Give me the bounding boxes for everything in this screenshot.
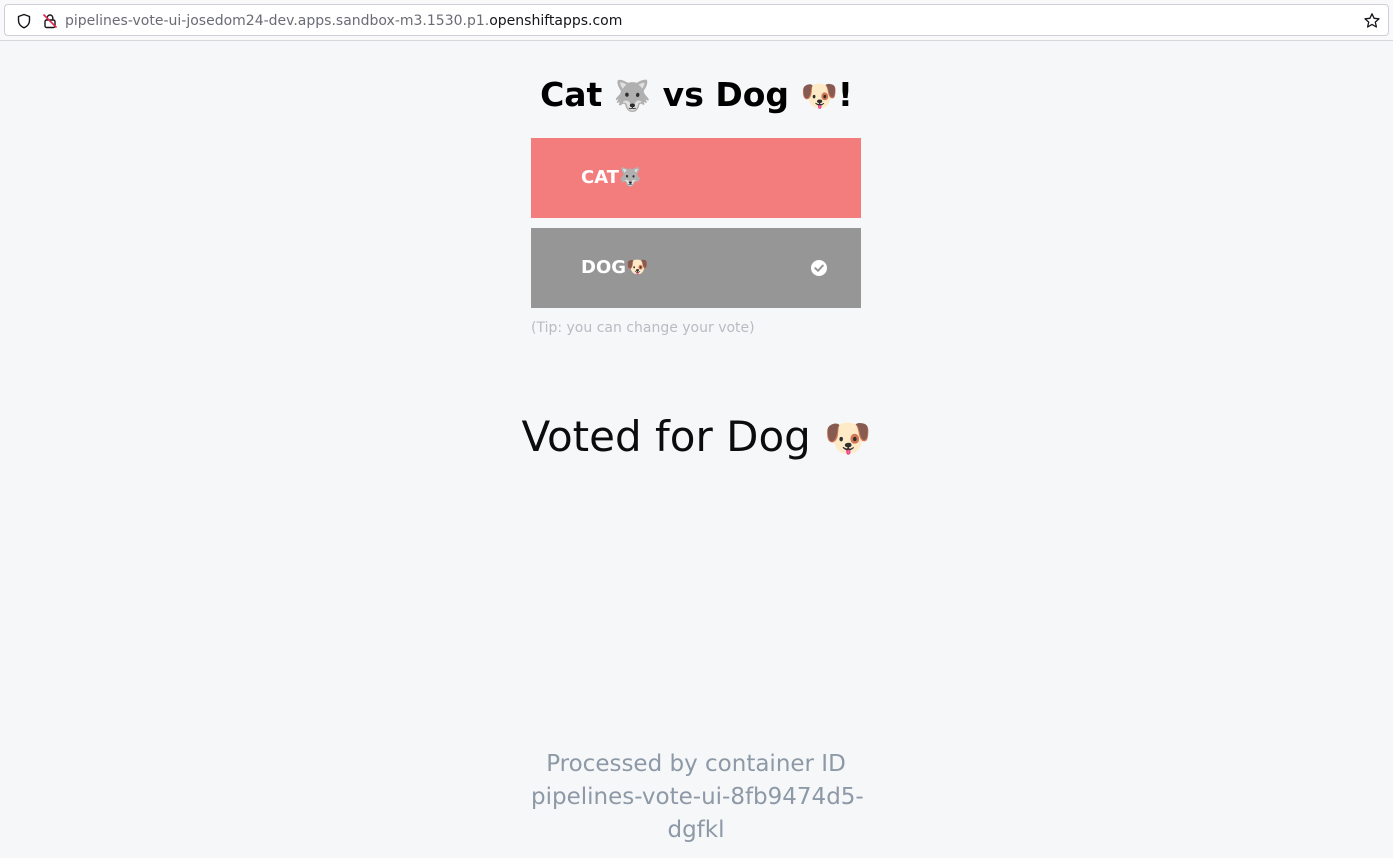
insecure-lock-icon[interactable]	[42, 13, 58, 29]
footer-line-2: pipelines-vote-ui-8fb9474d5-	[531, 784, 864, 810]
footer-line-1: Processed by container ID	[546, 751, 846, 777]
dog-button-label: DOG🐶	[581, 257, 649, 278]
check-circle-icon	[811, 260, 827, 276]
browser-toolbar: pipelines-vote-ui-josedom24-dev.apps.san…	[0, 0, 1393, 41]
bookmark-star-icon[interactable]	[1363, 12, 1381, 30]
title-exclamation: !	[837, 75, 853, 114]
vote-dog-button[interactable]: DOG🐶	[531, 228, 861, 308]
vote-result-text: Voted for Dog	[521, 412, 825, 461]
url-text[interactable]: pipelines-vote-ui-josedom24-dev.apps.san…	[65, 12, 622, 30]
wolf-emoji-icon: 🐺	[613, 79, 652, 114]
url-path: pipelines-vote-ui-josedom24-dev.apps.san…	[65, 13, 490, 29]
cat-button-label: CAT🐺	[581, 167, 642, 188]
dog-emoji-icon: 🐶	[800, 79, 838, 114]
address-bar[interactable]: pipelines-vote-ui-josedom24-dev.apps.san…	[4, 4, 1389, 36]
footer-line-3: dgfkl	[667, 817, 725, 843]
vote-cat-button[interactable]: CAT🐺	[531, 138, 861, 218]
tip-text: (Tip: you can change your vote)	[531, 320, 755, 336]
vote-result: Voted for Dog 🐶	[0, 408, 1393, 467]
title-text-vs-dog: vs Dog	[651, 75, 801, 114]
shield-icon[interactable]	[16, 13, 32, 29]
title-text-cat: Cat	[540, 75, 614, 114]
page-title: Cat 🐺 vs Dog 🐶!	[0, 72, 1393, 120]
url-domain: openshiftapps.com	[489, 13, 623, 29]
container-id-footer: Processed by container ID pipelines-vote…	[531, 748, 864, 847]
dog-emoji-icon: 🐶	[626, 257, 649, 278]
dog-emoji-icon: 🐶	[824, 416, 872, 460]
wolf-emoji-icon: 🐺	[619, 167, 642, 188]
